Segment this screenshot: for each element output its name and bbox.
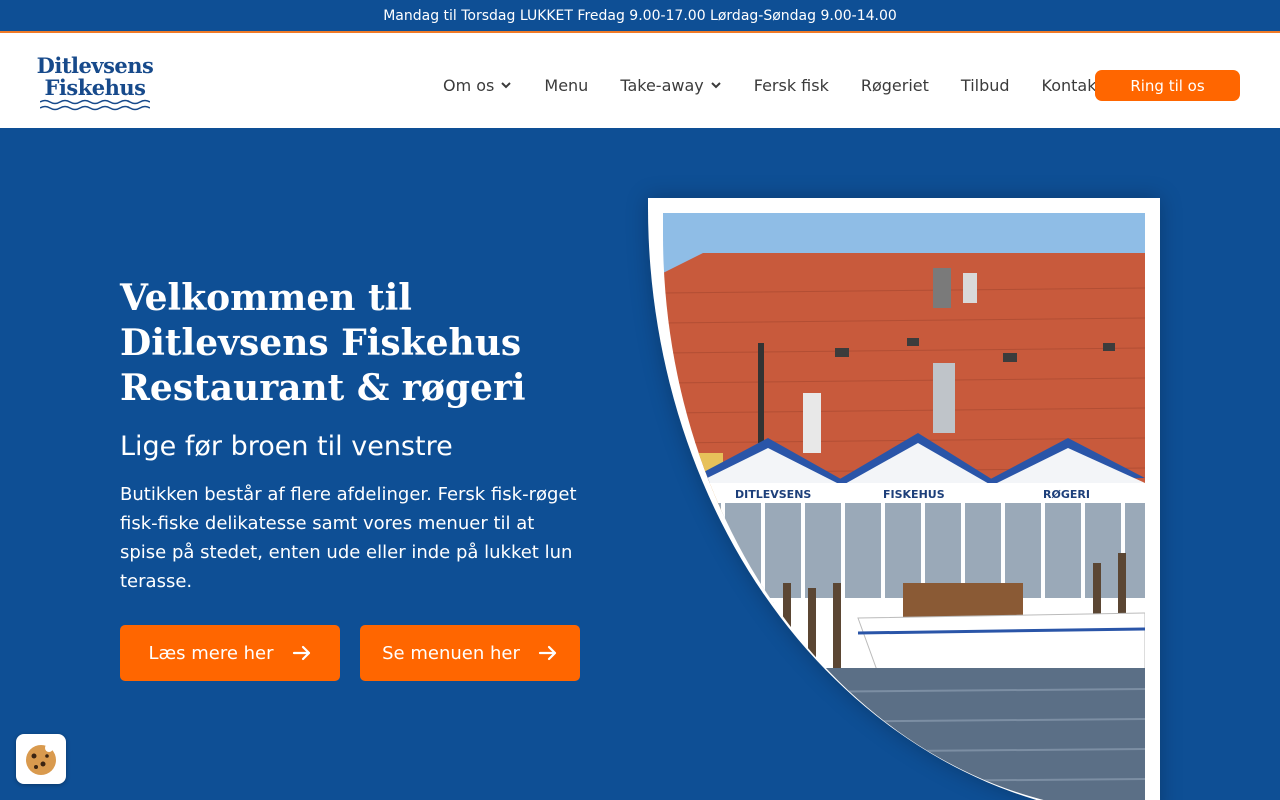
hero-title-line2: Ditlevsens Fiskehus — [120, 322, 522, 364]
arrow-right-icon — [292, 645, 310, 661]
nav-label: Fersk fisk — [753, 75, 829, 95]
sign-rogeri: RØGERI — [1043, 488, 1090, 501]
see-menu-label: Se menuen her — [382, 642, 520, 664]
read-more-label: Læs mere her — [148, 642, 274, 664]
logo-line2: Fiskehus — [44, 75, 146, 100]
opening-hours-text: Mandag til Torsdag LUKKET Fredag 9.00-17… — [383, 7, 897, 24]
read-more-button[interactable]: Læs mere her — [120, 625, 340, 681]
hero-title-line1: Velkommen til — [120, 277, 412, 319]
site-header: Ditlevsens Fiskehus Om os Menu Take-away… — [0, 33, 1280, 128]
hero-subtitle: Lige før broen til venstre — [120, 431, 453, 462]
nav-label: Om os — [443, 75, 495, 95]
sign-ditlevsens: DITLEVSENS — [735, 488, 811, 501]
chevron-down-icon — [501, 82, 512, 89]
see-menu-button[interactable]: Se menuen her — [360, 625, 580, 681]
nav-item-menu[interactable]: Menu — [544, 76, 588, 95]
hero-title: Velkommen til Ditlevsens Fiskehus Restau… — [120, 276, 580, 411]
arrow-right-icon — [538, 645, 556, 661]
logo-waves-icon — [40, 99, 150, 111]
cookie-icon — [26, 744, 56, 775]
nav-label: Menu — [544, 75, 589, 95]
nav-label: Røgeriet — [860, 75, 929, 95]
restaurant-photo: DITLEVSENS FISKEHUS RØGERI ND293 — [663, 213, 1145, 800]
boat-number: ND293 — [690, 611, 744, 632]
nav-item-om-os[interactable]: Om os — [443, 76, 512, 95]
main-nav: Om os Menu Take-away Fersk fisk Røgeriet… — [443, 70, 1119, 100]
hero-section: Velkommen til Ditlevsens Fiskehus Restau… — [0, 128, 1280, 800]
nav-item-rogeriet[interactable]: Røgeriet — [861, 76, 929, 95]
sign-fiskehus: FISKEHUS — [883, 488, 945, 501]
cookie-settings-button[interactable] — [16, 734, 66, 784]
opening-hours-bar: Mandag til Torsdag LUKKET Fredag 9.00-17… — [0, 0, 1280, 33]
hero-title-line3: Restaurant & røgeri — [120, 367, 526, 409]
logo[interactable]: Ditlevsens Fiskehus — [37, 55, 154, 113]
logo-line1: Ditlevsens — [36, 53, 154, 78]
chevron-down-icon — [711, 82, 721, 89]
nav-label: Tilbud — [960, 75, 1010, 95]
nav-item-kontakt[interactable]: Kontakt — [1042, 76, 1103, 95]
call-us-button[interactable]: Ring til os — [1095, 70, 1240, 101]
hero-description: Butikken består af flere afdelinger. Fer… — [120, 484, 577, 592]
nav-item-tilbud[interactable]: Tilbud — [961, 76, 1010, 95]
nav-item-fersk-fisk[interactable]: Fersk fisk — [754, 76, 829, 95]
nav-item-take-away[interactable]: Take-away — [620, 76, 721, 95]
nav-label: Kontakt — [1041, 75, 1103, 95]
nav-label: Take-away — [620, 75, 704, 95]
